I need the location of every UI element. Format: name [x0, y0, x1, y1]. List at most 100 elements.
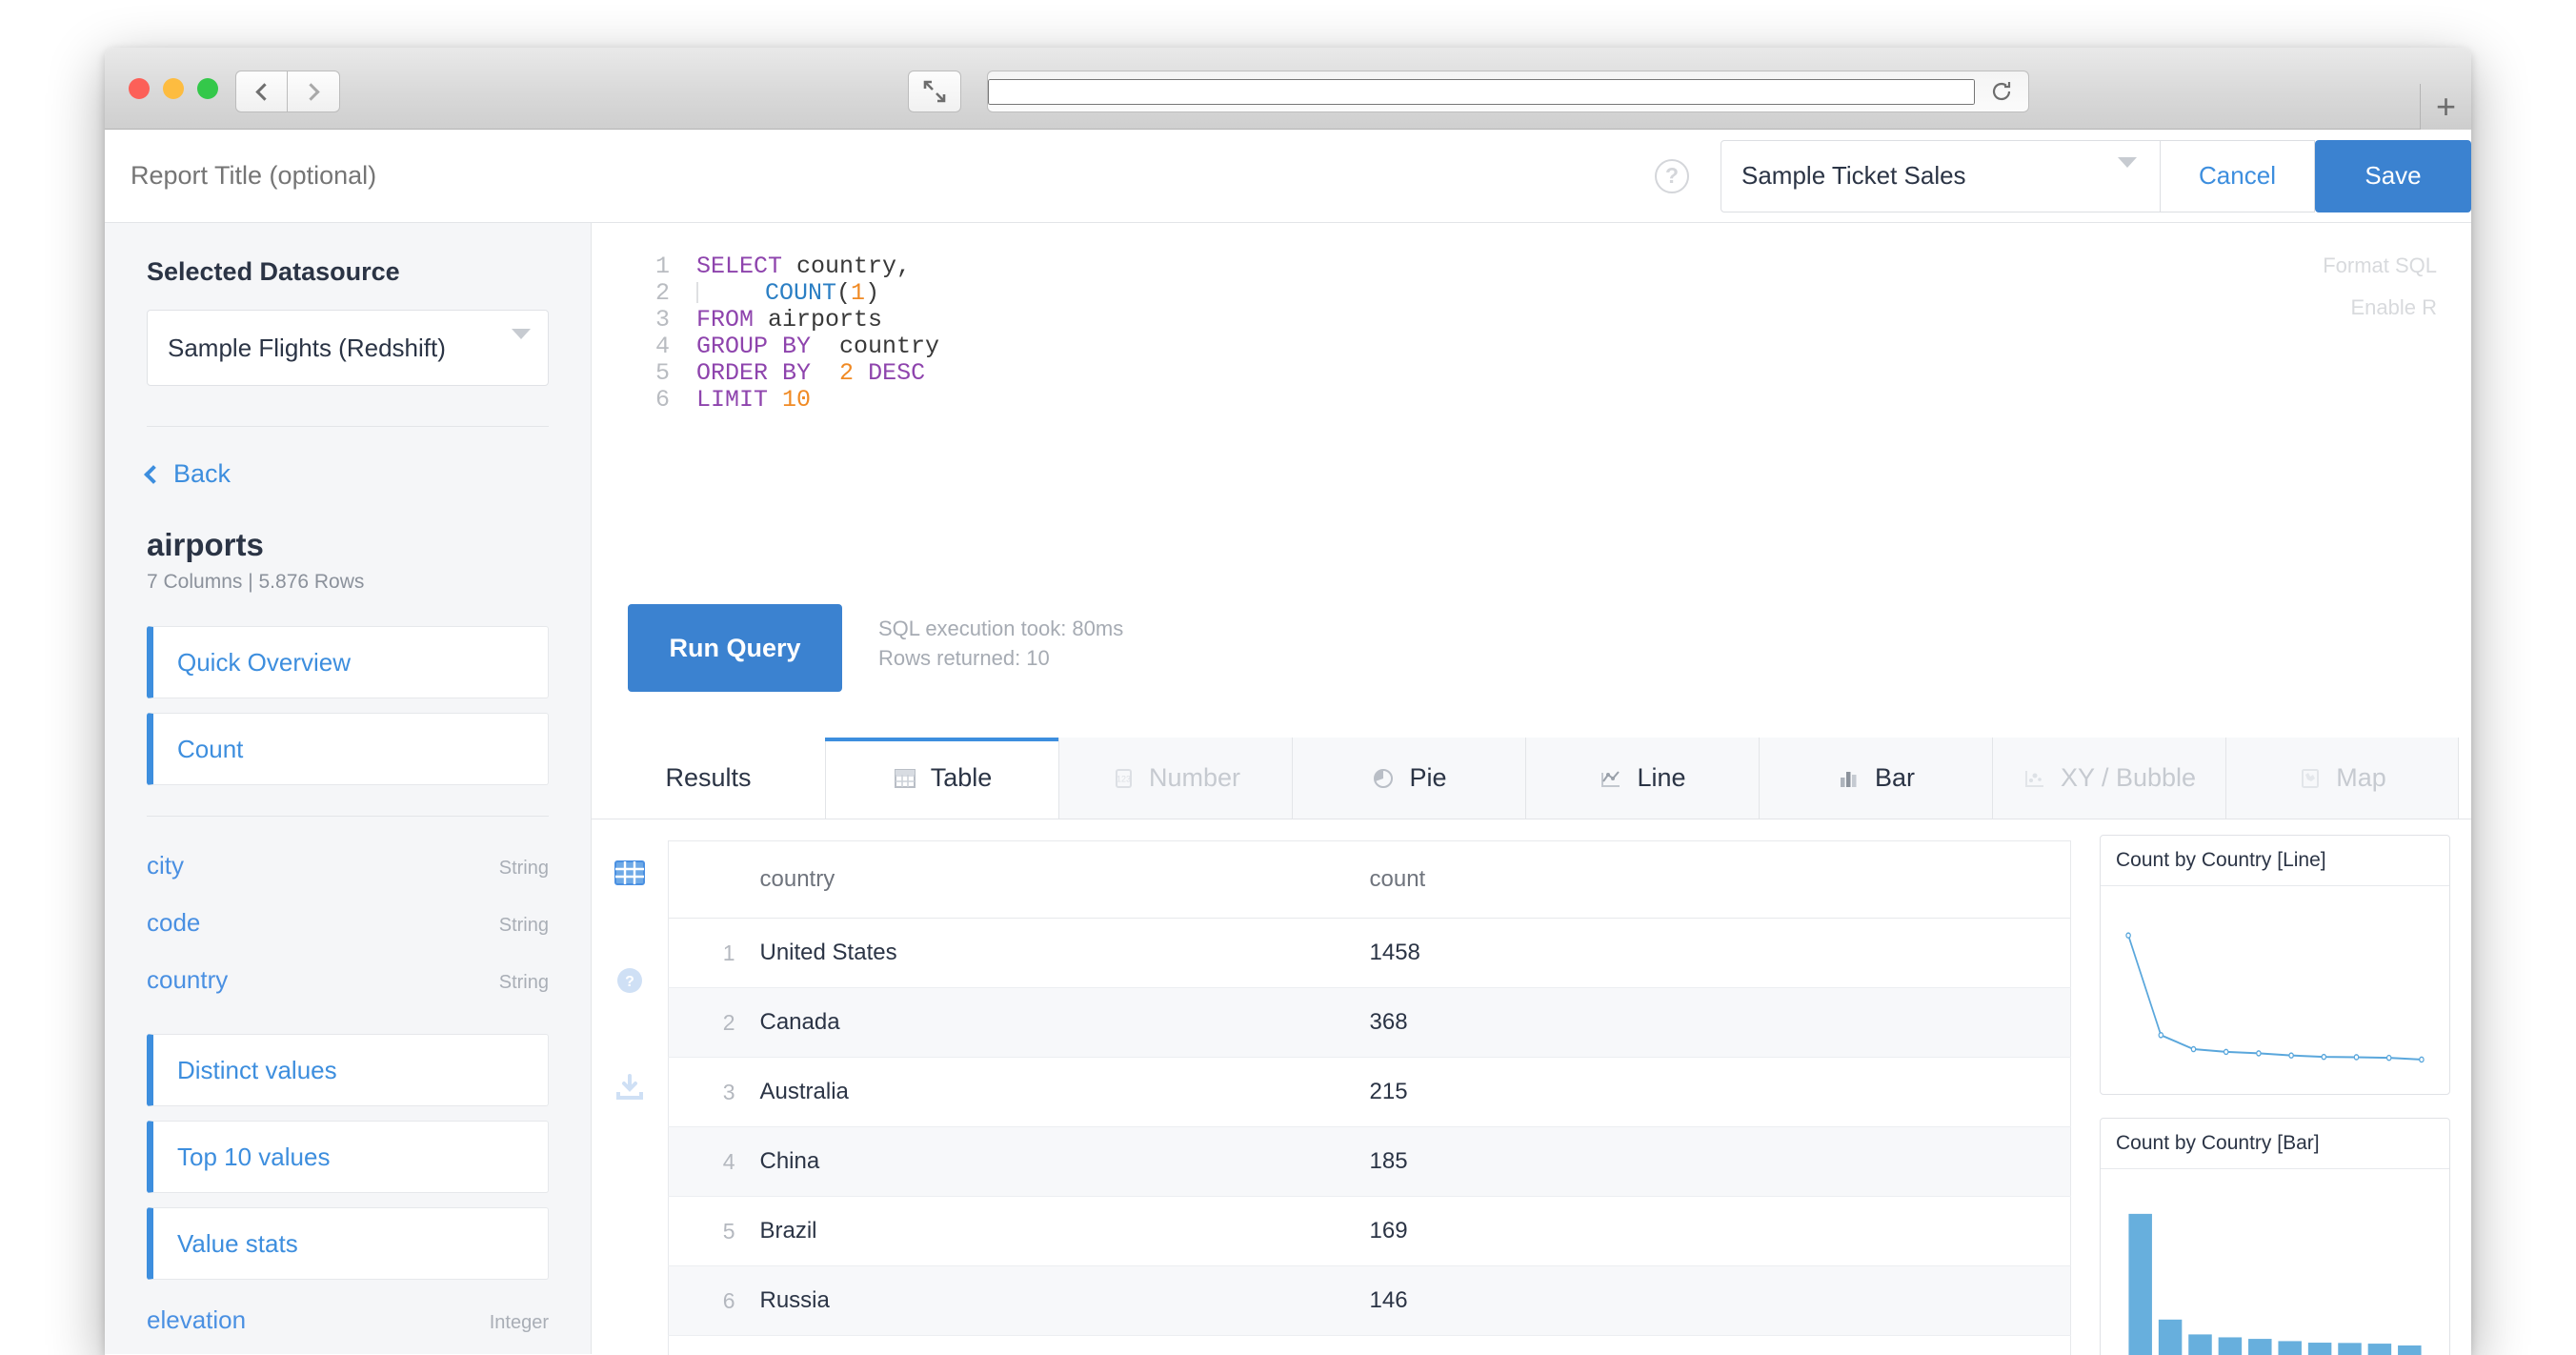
cancel-button[interactable]: Cancel: [2161, 139, 2315, 212]
tab-bar[interactable]: Bar: [1759, 738, 1992, 819]
app-header: ? Sample Ticket Sales Cancel Save: [105, 130, 2471, 223]
map-icon: [2302, 768, 2320, 788]
execution-info: SQL execution took: 80ms Rows returned: …: [878, 604, 1123, 673]
column-type: String: [498, 858, 549, 879]
app-body: Selected Datasource Sample Flights (Reds…: [105, 223, 2471, 1355]
table-row[interactable]: 3 Australia 215: [668, 1057, 2071, 1127]
run-query-button[interactable]: Run Query: [628, 604, 842, 692]
table-row[interactable]: 1 United States 1458: [668, 918, 2071, 988]
sql-line: 4 GROUP BY country: [628, 334, 2471, 360]
chart-card-title: Count by Country [Bar]: [2101, 1119, 2449, 1169]
close-window-button[interactable]: [129, 78, 150, 99]
tab-pie[interactable]: Pie: [1292, 738, 1525, 819]
help-icon[interactable]: ?: [1655, 158, 1689, 193]
datasource-select[interactable]: Sample Flights (Redshift): [147, 310, 549, 386]
screenshot-root: + ? Sample Ticket Sales Cancel Save: [0, 0, 2576, 1355]
tab-xy-bubble[interactable]: XY / Bubble: [1992, 738, 2225, 819]
sql-line: 2 COUNT(1): [628, 280, 2471, 307]
results-table-wrapper: country count 1 United States 1458 2 Can…: [668, 819, 2100, 1355]
line-chart: [2125, 932, 2425, 1063]
new-tab-button[interactable]: +: [2420, 84, 2471, 130]
line-number: 1: [654, 253, 670, 280]
fullscreen-button[interactable]: [908, 71, 961, 112]
table-row[interactable]: 2 Canada 368: [668, 987, 2071, 1058]
back-link[interactable]: Back: [144, 459, 549, 489]
cell-count: 146: [1369, 1265, 2071, 1336]
download-icon[interactable]: [614, 1071, 646, 1103]
table-meta: 7 Columns | 5.876 Rows: [147, 571, 365, 593]
cell-country: Brazil: [759, 1196, 1370, 1266]
sidebar-column-city[interactable]: city String: [147, 851, 549, 908]
column-name: city: [147, 851, 184, 880]
tab-label: XY / Bubble: [2060, 763, 2197, 792]
row-index: 2: [668, 987, 760, 1058]
results-table: country count 1 United States 1458 2 Can…: [668, 840, 2071, 1355]
table-grid-icon[interactable]: [614, 858, 646, 890]
tab-table[interactable]: Table: [825, 738, 1059, 819]
sidebar-action-quick-overview[interactable]: Quick Overview: [147, 626, 549, 698]
table-name: airports: [147, 527, 264, 562]
sql-line-text: SELECT country,: [696, 253, 912, 280]
column-header-country[interactable]: country: [759, 840, 1370, 919]
ticket-sales-select[interactable]: Sample Ticket Sales: [1721, 139, 2161, 212]
sidebar-column-country[interactable]: country String: [147, 965, 549, 1022]
cell-country: Canada: [759, 987, 1370, 1058]
column-header-count[interactable]: count: [1369, 840, 2071, 919]
tab-number[interactable]: 123 Number: [1058, 738, 1292, 819]
cell-count: 215: [1369, 1057, 2071, 1127]
reload-button[interactable]: [1975, 79, 2028, 104]
cell-count: 368: [1369, 987, 2071, 1058]
chart-card-line[interactable]: Count by Country [Line]: [2100, 835, 2450, 1095]
browser-window: + ? Sample Ticket Sales Cancel Save: [105, 48, 2471, 1355]
sql-editor-area: 1 SELECT country, 2 COUNT(1) 3 FROM airp…: [592, 223, 2471, 604]
sidebar-column-elevation[interactable]: elevation Integer: [147, 1305, 549, 1354]
maximize-window-button[interactable]: [197, 78, 218, 99]
back-button[interactable]: [235, 71, 288, 112]
chart-card-body: [2101, 1169, 2449, 1355]
sidebar-divider: [147, 816, 549, 817]
chart-preview-panel: Count by Country [Line] Count by Country…: [2100, 819, 2471, 1355]
table-row[interactable]: 4 China 185: [668, 1126, 2071, 1197]
cell-country: United States: [759, 918, 1370, 988]
tab-line[interactable]: Line: [1525, 738, 1759, 819]
enable-r-link[interactable]: Enable R: [2323, 295, 2437, 320]
table-row[interactable]: 5 Brazil 169: [668, 1196, 2071, 1266]
sidebar-divider: [147, 426, 549, 427]
sidebar-action-distinct-values[interactable]: Distinct values: [147, 1034, 549, 1106]
tab-label: Line: [1637, 763, 1686, 792]
window-traffic-lights: [129, 78, 218, 99]
row-index: 1: [668, 918, 760, 988]
sidebar-action-value-stats[interactable]: Value stats: [147, 1207, 549, 1280]
table-row[interactable]: 6 Russia 146: [668, 1265, 2071, 1336]
tab-label: Map: [2336, 763, 2386, 792]
table-row[interactable]: 7 France 130: [668, 1335, 2071, 1355]
report-title-input[interactable]: [131, 161, 797, 191]
results-label: Results: [665, 763, 752, 792]
address-bar[interactable]: [987, 71, 2029, 112]
column-type: Integer: [489, 1312, 549, 1333]
sql-line: 1 SELECT country,: [628, 253, 2471, 280]
table-icon: [894, 768, 916, 788]
sidebar-action-count[interactable]: Count: [147, 713, 549, 785]
svg-text:?: ?: [625, 974, 634, 990]
chevron-right-icon: [302, 82, 320, 101]
help-circle-icon[interactable]: ?: [614, 964, 646, 997]
chart-card-body: [2101, 886, 2449, 1094]
sidebar-column-code[interactable]: code String: [147, 908, 549, 965]
forward-button[interactable]: [288, 71, 340, 112]
row-index-header: [668, 840, 760, 919]
browser-titlebar: +: [105, 48, 2471, 130]
column-name: code: [147, 908, 201, 937]
column-type: String: [498, 915, 549, 936]
sidebar-action-top-10-values[interactable]: Top 10 values: [147, 1121, 549, 1193]
url-input[interactable]: [988, 78, 1975, 105]
tab-map[interactable]: Map: [2225, 738, 2459, 819]
minimize-window-button[interactable]: [163, 78, 184, 99]
save-button[interactable]: Save: [2315, 139, 2471, 212]
table-header-row: country count: [668, 840, 2071, 919]
sql-editor[interactable]: 1 SELECT country, 2 COUNT(1) 3 FROM airp…: [592, 253, 2471, 414]
visualization-tabs: Results Table 123 Number Pie Line Bar XY…: [592, 738, 2471, 819]
chart-card-bar[interactable]: Count by Country [Bar]: [2100, 1118, 2450, 1355]
format-sql-link[interactable]: Format SQL: [2323, 253, 2437, 278]
tab-label: Table: [930, 763, 993, 792]
